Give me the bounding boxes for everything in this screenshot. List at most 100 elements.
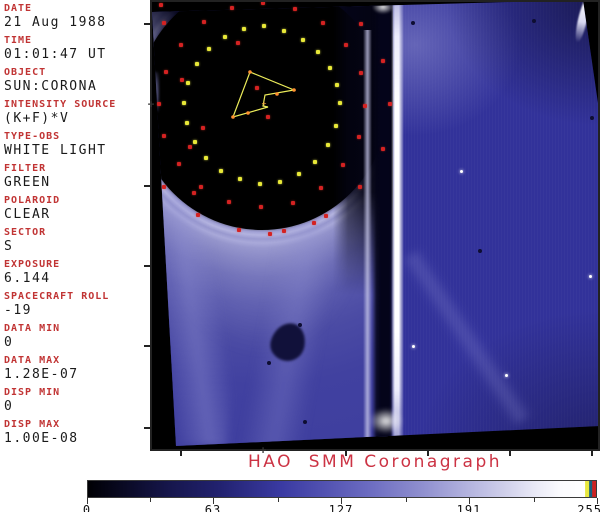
bottom-axis-tick — [427, 451, 429, 456]
field-label: INTENSITY SOURCE — [4, 99, 117, 110]
field-value: SUN:CORONA — [4, 79, 98, 94]
red-fiducial-dot — [177, 162, 181, 166]
field-date: DATE 21 Aug 1988 — [0, 2, 150, 34]
red-fiducial-dot — [227, 200, 231, 204]
dark-speck — [267, 361, 271, 365]
left-axis-tick — [144, 23, 150, 25]
field-value: -19 — [4, 303, 32, 318]
colorbar-tick-label: 63 — [204, 503, 222, 512]
red-fiducial-dot — [201, 126, 205, 130]
colorbar-minor-tick — [534, 498, 535, 502]
field-value: 1.00E-08 — [4, 431, 79, 446]
dark-speck — [532, 19, 536, 23]
field-label: DISP MAX — [4, 419, 61, 430]
colorbar-minor-tick — [278, 498, 279, 502]
pointing-polygon: + — [231, 70, 297, 119]
yellow-fiducial-dot — [182, 101, 186, 105]
field-disp-min: DISP MIN 0 — [0, 386, 150, 418]
field-label: TIME — [4, 35, 33, 46]
field-value: CLEAR — [4, 207, 51, 222]
field-value: S — [4, 239, 14, 254]
dark-speck — [303, 420, 307, 424]
yellow-fiducial-dot — [326, 143, 330, 147]
red-fiducial-dot — [293, 7, 297, 11]
yellow-fiducial-dot — [334, 124, 338, 128]
red-fiducial-dot — [341, 163, 345, 167]
red-fiducial-dot — [164, 70, 168, 74]
field-label: DATA MAX — [4, 355, 61, 366]
white-speck — [460, 170, 463, 173]
field-data-max: DATA MAX 1.28E-07 — [0, 354, 150, 386]
bottom-axis-tick — [180, 451, 182, 456]
dark-speck — [478, 249, 482, 253]
field-intensity-source: INTENSITY SOURCE (K+F)*V — [0, 98, 150, 130]
field-value: GREEN — [4, 175, 51, 190]
white-speck — [505, 374, 508, 377]
yellow-fiducial-dot — [335, 83, 339, 87]
red-fiducial-dot — [230, 6, 234, 10]
yellow-fiducial-dot — [316, 50, 320, 54]
red-fiducial-dot — [282, 229, 286, 233]
dark-speck — [411, 21, 415, 25]
white-speck — [589, 275, 592, 278]
field-time: TIME 01:01:47 UT — [0, 34, 150, 66]
colorbar-minor-tick — [150, 498, 151, 502]
field-data-min: DATA MIN 0 — [0, 322, 150, 354]
field-label: DATA MIN — [4, 323, 61, 334]
field-label: DISP MIN — [4, 387, 61, 398]
image-area: + ××××+++++ — [144, 0, 600, 457]
red-fiducial-dot — [159, 3, 163, 7]
yellow-fiducial-dot — [223, 35, 227, 39]
bottom-axis-tick — [345, 451, 347, 456]
white-speck — [412, 345, 415, 348]
colorbar-tick-label: 0 — [82, 503, 92, 512]
yellow-fiducial-dot — [193, 140, 197, 144]
field-label: DATE — [4, 3, 33, 14]
left-axis-tick — [144, 185, 150, 187]
yellow-fiducial-dot — [195, 62, 199, 66]
field-label: TYPE-OBS — [4, 131, 61, 142]
dark-speck — [298, 323, 302, 327]
red-fiducial-dot — [202, 20, 206, 24]
red-fiducial-dot — [162, 21, 166, 25]
yellow-fiducial-dot — [338, 101, 342, 105]
yellow-fiducial-dot — [328, 66, 332, 70]
yellow-fiducial-dot — [219, 169, 223, 173]
red-fiducial-dot — [192, 191, 196, 195]
field-label: SPACECRAFT ROLL — [4, 291, 110, 302]
red-fiducial-dot — [268, 232, 272, 236]
field-value: 6.144 — [4, 271, 51, 286]
field-value: 0 — [4, 399, 14, 414]
field-exposure: EXPOSURE 6.144 — [0, 258, 150, 290]
left-axis-tick — [144, 345, 150, 347]
red-fiducial-dot — [312, 221, 316, 225]
red-fiducial-dot — [188, 145, 192, 149]
bottom-axis-tick — [591, 451, 593, 456]
left-axis-tick — [144, 427, 150, 429]
red-fiducial-dot — [237, 228, 241, 232]
yellow-fiducial-dot — [207, 47, 211, 51]
smm-cp-display-window: DATE 21 Aug 1988 TIME 01:01:47 UT OBJECT SU… — [0, 0, 600, 512]
red-fiducial-dot — [319, 186, 323, 190]
red-fiducial-dot — [363, 104, 367, 108]
colorbar-tick-label: 127 — [328, 503, 354, 512]
red-fiducial-dot — [359, 22, 363, 26]
red-fiducial-dot — [321, 21, 325, 25]
left-axis — [150, 0, 152, 451]
field-disp-max: DISP MAX 1.00E-08 — [0, 418, 150, 450]
colorbar-minor-tick — [406, 498, 407, 502]
red-fiducial-dot — [388, 102, 392, 106]
colorbar — [87, 480, 597, 498]
yellow-fiducial-dot — [185, 121, 189, 125]
red-fiducial-dot — [291, 201, 295, 205]
red-fiducial-dot — [344, 43, 348, 47]
sun-center-cross-left: + — [147, 97, 155, 111]
red-fiducial-dot — [266, 115, 270, 119]
red-fiducial-dot — [259, 205, 263, 209]
field-label: SECTOR — [4, 227, 47, 238]
yellow-fiducial-dot — [238, 177, 242, 181]
field-label: EXPOSURE — [4, 259, 61, 270]
yellow-fiducial-dot — [278, 180, 282, 184]
red-fiducial-dot — [196, 213, 200, 217]
sun-center-cross-bottom: + — [259, 443, 267, 457]
